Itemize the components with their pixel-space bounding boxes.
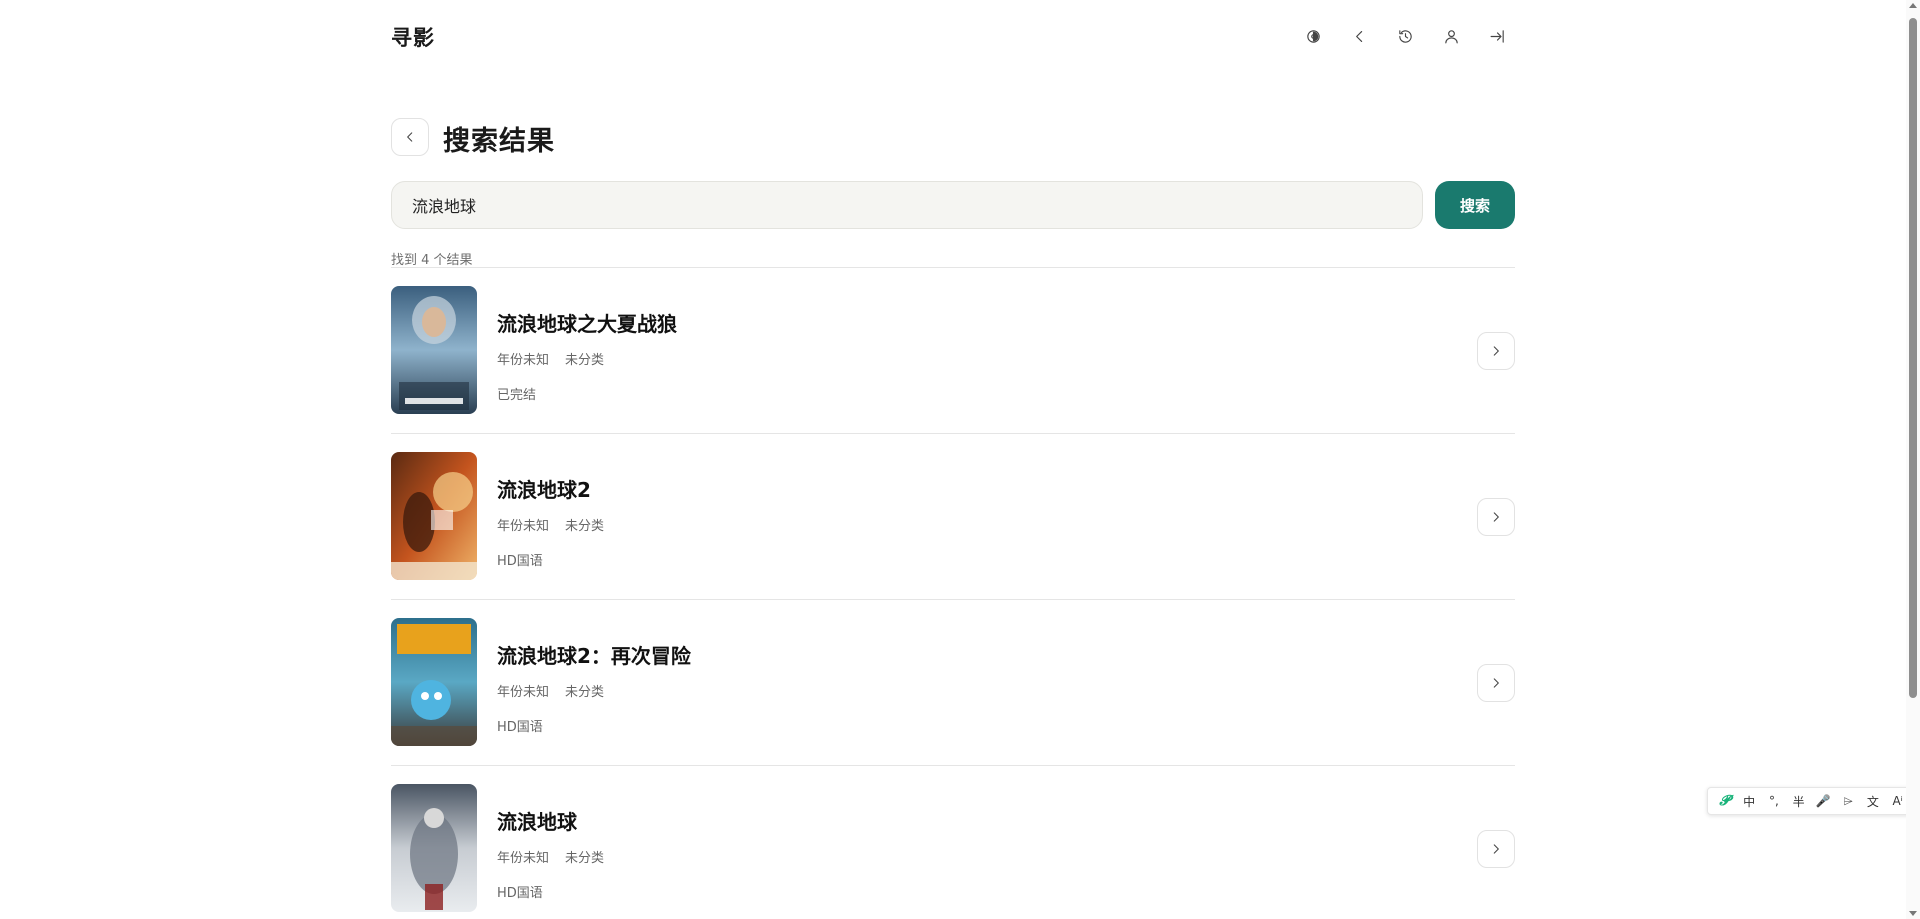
logout-icon[interactable]	[1479, 18, 1515, 54]
chevron-right-icon	[1493, 346, 1499, 356]
brand-logo[interactable]: 寻影	[391, 22, 435, 52]
poster-image	[391, 286, 477, 414]
chevron-right-icon	[1493, 512, 1499, 522]
result-title: 流浪地球2：再次冒险	[497, 644, 691, 668]
result-status: HD国语	[497, 886, 543, 901]
chevron-left-icon	[407, 132, 413, 142]
scrollbar[interactable]	[1906, 0, 1920, 919]
page: 寻影 搜索结果 搜索 找到 4 个结果	[0, 0, 1920, 919]
result-title: 流浪地球2	[497, 478, 591, 502]
result-title: 流浪地球之大夏战狼	[497, 312, 677, 336]
result-status: HD国语	[497, 720, 543, 735]
result-title: 流浪地球	[497, 810, 577, 834]
chevron-left-icon[interactable]	[1341, 18, 1377, 54]
ime-width-toggle[interactable]: 半	[1789, 790, 1809, 812]
translate-icon[interactable]: 文	[1863, 790, 1883, 812]
result-category: 未分类	[565, 685, 605, 700]
page-title: 搜索结果	[443, 126, 555, 157]
results-list: 流浪地球之大夏战狼 年份未知 未分类 已完结 流浪地球2 年份未知 未分类 HD…	[391, 268, 1515, 919]
result-item[interactable]: 流浪地球 年份未知 未分类 HD国语	[391, 766, 1515, 919]
result-info: 流浪地球 年份未知 未分类 HD国语	[497, 806, 604, 901]
open-result-button[interactable]	[1477, 332, 1515, 370]
ime-logo-icon[interactable]: 𝓟	[1714, 790, 1734, 812]
result-meta: 年份未知 未分类	[497, 847, 604, 866]
result-item[interactable]: 流浪地球2 年份未知 未分类 HD国语	[391, 434, 1515, 600]
theme-toggle-icon[interactable]	[1295, 18, 1331, 54]
result-category: 未分类	[565, 519, 605, 534]
microphone-icon[interactable]: 🎤	[1813, 790, 1833, 812]
result-category: 未分类	[565, 353, 605, 368]
result-item[interactable]: 流浪地球2：再次冒险 年份未知 未分类 HD国语	[391, 600, 1515, 766]
chevron-right-icon	[1493, 678, 1499, 688]
scrollbar-thumb[interactable]	[1909, 18, 1917, 698]
poster-image	[391, 784, 477, 912]
user-icon[interactable]	[1433, 18, 1469, 54]
result-year: 年份未知	[497, 353, 550, 368]
result-year: 年份未知	[497, 685, 550, 700]
result-category: 未分类	[565, 851, 605, 866]
open-result-button[interactable]	[1477, 830, 1515, 868]
scroll-up-icon[interactable]	[1909, 3, 1917, 8]
result-meta: 年份未知 未分类	[497, 349, 677, 368]
poster-image	[391, 452, 477, 580]
result-item[interactable]: 流浪地球之大夏战狼 年份未知 未分类 已完结	[391, 268, 1515, 434]
result-year: 年份未知	[497, 519, 550, 534]
result-status: 已完结	[497, 388, 537, 403]
result-meta: 年份未知 未分类	[497, 515, 604, 534]
result-status: HD国语	[497, 554, 543, 569]
result-info: 流浪地球2 年份未知 未分类 HD国语	[497, 474, 604, 569]
ime-toolbar: 𝓟 中 °, 半 🎤 ⌲ 文 Aⁱ	[1707, 787, 1915, 815]
search-input[interactable]	[391, 181, 1423, 229]
ime-punctuation-toggle[interactable]: °,	[1764, 790, 1784, 812]
result-info: 流浪地球之大夏战狼 年份未知 未分类 已完结	[497, 308, 677, 403]
open-result-button[interactable]	[1477, 664, 1515, 702]
ime-chinese-mode[interactable]: 中	[1739, 790, 1759, 812]
poster-image	[391, 618, 477, 746]
result-meta: 年份未知 未分类	[497, 681, 691, 700]
history-icon[interactable]	[1387, 18, 1423, 54]
top-header: 寻影	[391, 18, 1515, 54]
result-count: 找到 4 个结果	[391, 253, 473, 268]
header-actions	[1295, 18, 1515, 54]
chevron-right-icon	[1493, 844, 1499, 854]
result-year: 年份未知	[497, 851, 550, 866]
ai-icon[interactable]: Aⁱ	[1888, 790, 1908, 812]
send-icon[interactable]: ⌲	[1838, 790, 1858, 812]
open-result-button[interactable]	[1477, 498, 1515, 536]
search-button[interactable]: 搜索	[1435, 181, 1515, 229]
scroll-down-icon[interactable]	[1909, 911, 1917, 916]
result-info: 流浪地球2：再次冒险 年份未知 未分类 HD国语	[497, 640, 691, 735]
back-button[interactable]	[391, 118, 429, 156]
